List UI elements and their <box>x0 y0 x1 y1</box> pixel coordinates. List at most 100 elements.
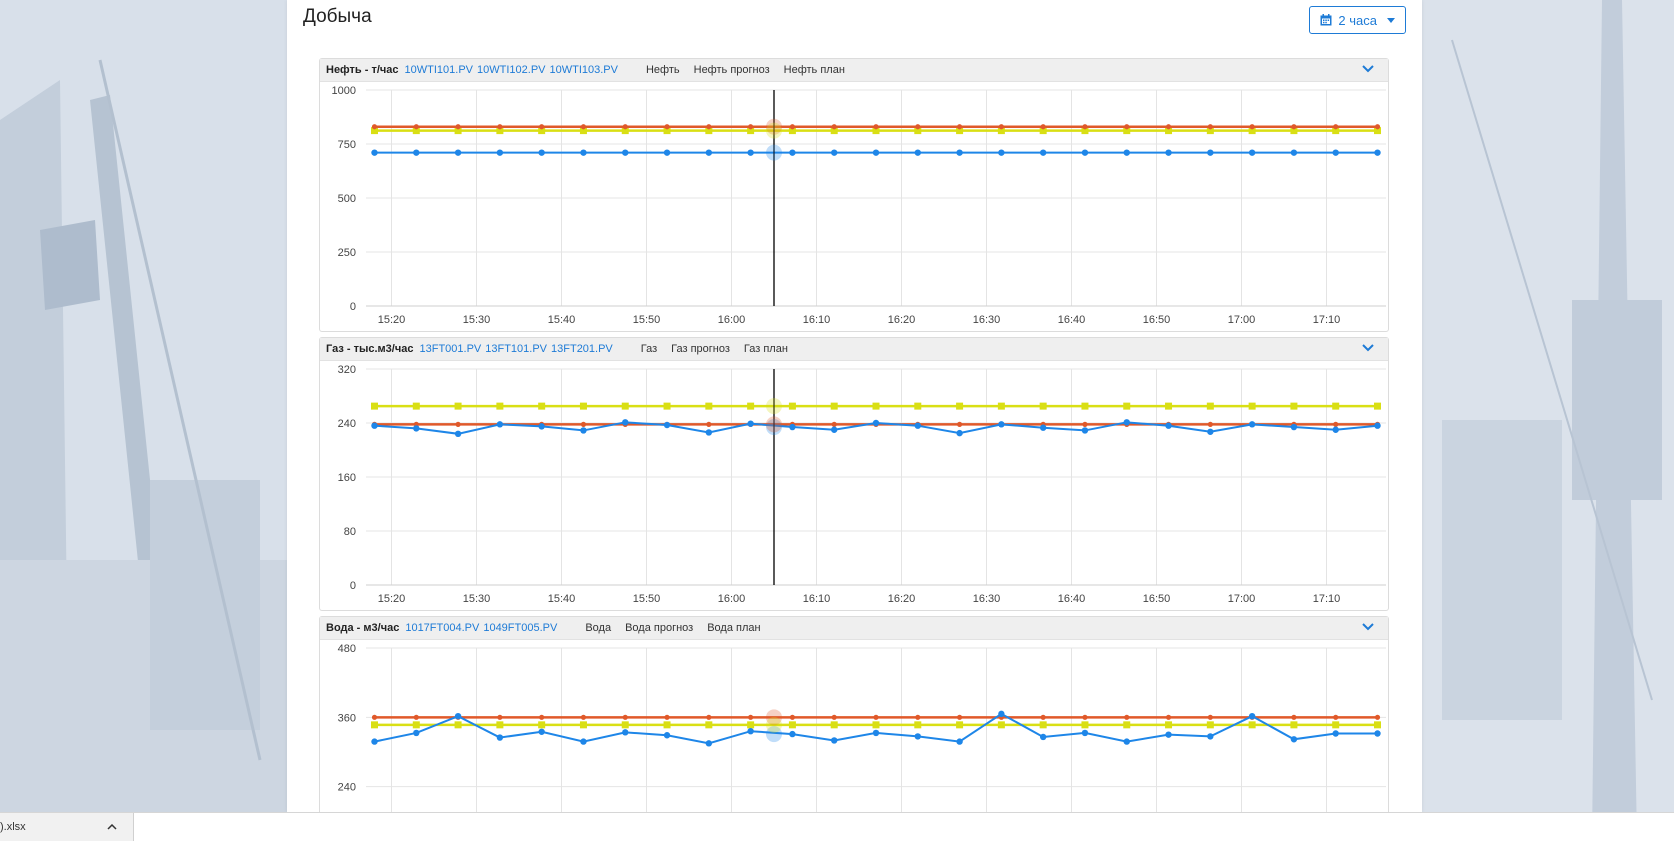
oil-chart-title: Нефть - т/час <box>326 64 399 76</box>
oil-series-plan-label[interactable]: Нефть план <box>784 64 845 76</box>
fact-marker <box>580 738 587 745</box>
download-item[interactable]: ).xlsx <box>0 813 134 841</box>
plan-marker <box>371 402 378 410</box>
water-chart-header[interactable]: Вода - м3/час 1017FT004.PV 1049FT005.PV … <box>320 617 1388 640</box>
plan-marker <box>788 721 796 729</box>
oil-chart-header[interactable]: Нефть - т/час 10WTI101.PV 10WTI102.PV 10… <box>320 59 1388 82</box>
fact-marker <box>663 732 671 739</box>
gas-tag[interactable]: 13FT101.PV <box>485 343 547 355</box>
forecast-marker <box>622 124 628 130</box>
chevron-down-icon[interactable] <box>1362 622 1374 632</box>
fact-marker <box>1165 422 1172 429</box>
plan-marker <box>1332 721 1340 729</box>
fact-marker <box>622 729 629 736</box>
fact-marker <box>1290 423 1298 431</box>
fact-marker <box>1248 421 1256 428</box>
fact-marker <box>789 730 796 738</box>
forecast-marker <box>539 124 545 130</box>
forecast-marker <box>706 124 712 130</box>
plan-marker <box>872 721 880 729</box>
gas-series-forecast-label[interactable]: Газ прогноз <box>671 343 730 355</box>
forecast-marker <box>1165 714 1172 720</box>
forecast-hover-halo <box>766 416 782 433</box>
forecast-marker <box>1291 714 1297 720</box>
fact-marker <box>1165 149 1172 156</box>
x-tick-label: 16:30 <box>973 314 1001 326</box>
fact-marker <box>1207 428 1214 435</box>
oil-series-forecast-label[interactable]: Нефть прогноз <box>694 64 770 76</box>
oil-tag[interactable]: 10WTI102.PV <box>477 64 545 76</box>
gas-chart-plot: 0 80 160 240 320 15:20 15:30 15:40 15:50 16:00 16:… <box>338 364 1386 605</box>
y-tick-label: 250 <box>338 247 356 259</box>
gas-series-plan-label[interactable]: Газ план <box>744 343 788 355</box>
fact-marker <box>413 425 420 432</box>
chevron-up-icon[interactable] <box>107 824 117 830</box>
fact-marker <box>538 149 545 156</box>
water-chart-card: Вода - м3/час 1017FT004.PV 1049FT005.PV … <box>319 616 1389 812</box>
water-series-plan-label[interactable]: Вода план <box>707 622 760 634</box>
forecast-marker <box>831 124 837 130</box>
fact-marker <box>1332 730 1339 737</box>
forecast-marker <box>1124 124 1130 130</box>
forecast-marker <box>1124 714 1130 720</box>
forecast-marker <box>1333 714 1339 720</box>
forecast-marker <box>706 421 712 427</box>
plan-marker <box>412 721 420 729</box>
plan-marker <box>747 721 755 729</box>
forecast-marker <box>831 714 837 720</box>
plan-marker <box>1081 721 1089 729</box>
fact-marker <box>1332 149 1339 156</box>
gas-series-fact-label[interactable]: Газ <box>641 343 657 355</box>
fact-marker <box>1165 731 1172 738</box>
x-tick-label: 16:50 <box>1143 314 1171 326</box>
gas-tag[interactable]: 13FT201.PV <box>551 343 613 355</box>
water-series-fact-label[interactable]: Вода <box>585 622 611 634</box>
y-tick-label: 1000 <box>332 85 356 97</box>
forecast-marker <box>789 124 796 130</box>
forecast-marker <box>1374 124 1381 130</box>
time-range-label: 2 часа <box>1338 12 1377 28</box>
fact-marker <box>914 422 921 429</box>
x-tick-label: 15:20 <box>378 593 406 605</box>
gas-tag[interactable]: 13FT001.PV <box>419 343 481 355</box>
plan-marker <box>663 402 671 410</box>
forecast-marker <box>1082 714 1088 720</box>
fact-marker <box>1123 419 1130 426</box>
plan-marker <box>1206 721 1214 729</box>
fact-marker <box>663 149 671 156</box>
water-chart-plot: 120240360480 <box>338 643 1386 812</box>
fact-marker <box>956 429 963 437</box>
forecast-marker <box>1207 714 1213 720</box>
water-chart-title: Вода - м3/час <box>326 622 400 634</box>
oil-tag[interactable]: 10WTI101.PV <box>405 64 473 76</box>
plan-marker <box>705 721 713 729</box>
forecast-marker <box>1374 714 1381 720</box>
fact-marker <box>454 712 462 720</box>
oil-chart-plot: 0 250 500 750 1000 15:20 15:30 15:40 15:50 16:00 1… <box>332 85 1386 326</box>
plan-marker <box>579 402 587 410</box>
fact-marker <box>705 740 713 747</box>
oil-tag[interactable]: 10WTI103.PV <box>550 64 618 76</box>
fact-marker <box>1290 149 1298 156</box>
caret-down-icon <box>1387 17 1395 23</box>
x-tick-label: 16:40 <box>1058 593 1086 605</box>
fact-marker <box>496 421 504 428</box>
fact-marker <box>496 149 504 156</box>
chevron-down-icon[interactable] <box>1362 64 1374 74</box>
plan-marker <box>1123 721 1131 729</box>
x-tick-label: 16:00 <box>718 593 746 605</box>
oil-series-fact-label[interactable]: Нефть <box>646 64 680 76</box>
water-tag[interactable]: 1049FT005.PV <box>483 622 557 634</box>
water-tag[interactable]: 1017FT004.PV <box>405 622 479 634</box>
gas-chart-header[interactable]: Газ - тыс.м3/час 13FT001.PV 13FT101.PV 1… <box>320 338 1388 361</box>
forecast-marker <box>706 714 712 720</box>
x-tick-label: 16:10 <box>803 314 831 326</box>
plan-marker <box>1081 402 1089 410</box>
chevron-down-icon[interactable] <box>1362 343 1374 353</box>
plan-hover-halo <box>766 398 782 415</box>
plan-marker <box>997 402 1005 410</box>
water-series-forecast-label[interactable]: Вода прогноз <box>625 622 693 634</box>
x-tick-label: 15:30 <box>463 314 491 326</box>
fact-marker <box>538 728 545 735</box>
time-range-dropdown[interactable]: 2 часа <box>1309 6 1406 34</box>
